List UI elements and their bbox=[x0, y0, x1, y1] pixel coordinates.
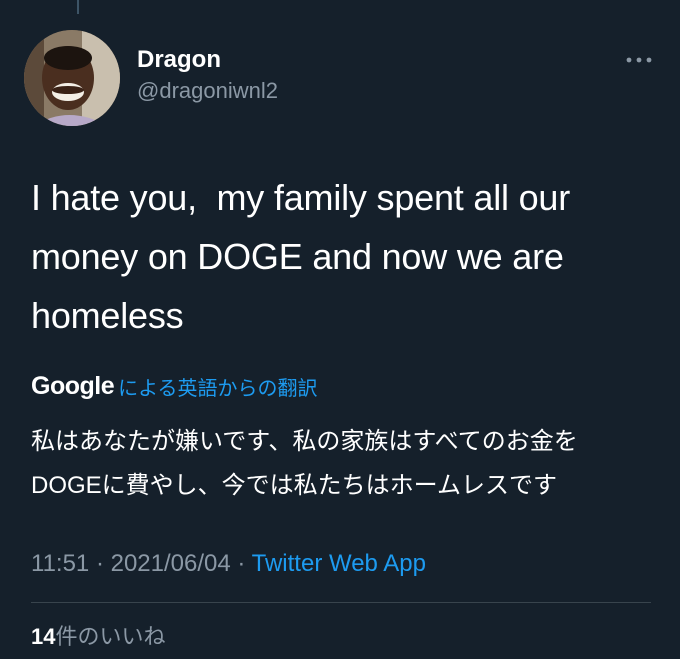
tweet-source-link[interactable]: Twitter Web App bbox=[252, 550, 426, 577]
divider bbox=[31, 602, 651, 603]
meta-separator: · bbox=[230, 550, 252, 577]
more-options-button[interactable] bbox=[624, 50, 654, 70]
likes-label: 件のいいね bbox=[55, 624, 166, 649]
author-display-name[interactable]: Dragon bbox=[137, 46, 278, 74]
thread-connector-line bbox=[77, 0, 79, 14]
author-names: Dragon @dragoniwnl2 bbox=[137, 46, 278, 106]
tweet-text: I hate you, my family spent all our mone… bbox=[31, 177, 571, 336]
meta-separator: · bbox=[89, 550, 111, 577]
translation-source-link[interactable]: による英語からの翻訳 bbox=[118, 372, 317, 401]
tweet-time[interactable]: 11:51 bbox=[31, 550, 89, 577]
tweet-metadata: 11:51 · 2021/06/04 · Twitter Web App bbox=[31, 547, 426, 581]
more-horizontal-icon bbox=[626, 57, 652, 63]
tweet-date[interactable]: 2021/06/04 bbox=[111, 550, 231, 577]
translation-attribution: Google による英語からの翻訳 bbox=[31, 370, 318, 402]
translated-text: 私はあなたが嫌いです、私の家族はすべてのお金を DOGEに費やし、今では私たちは… bbox=[31, 428, 578, 499]
tweet-header: Dragon @dragoniwnl2 bbox=[0, 30, 680, 126]
likes-link[interactable]: 14件のいいね bbox=[31, 622, 166, 652]
likes-count: 14 bbox=[31, 624, 56, 649]
author-handle[interactable]: @dragoniwnl2 bbox=[137, 76, 278, 106]
avatar[interactable] bbox=[24, 30, 120, 126]
avatar-image bbox=[24, 30, 120, 126]
google-logo: Google bbox=[31, 371, 115, 400]
